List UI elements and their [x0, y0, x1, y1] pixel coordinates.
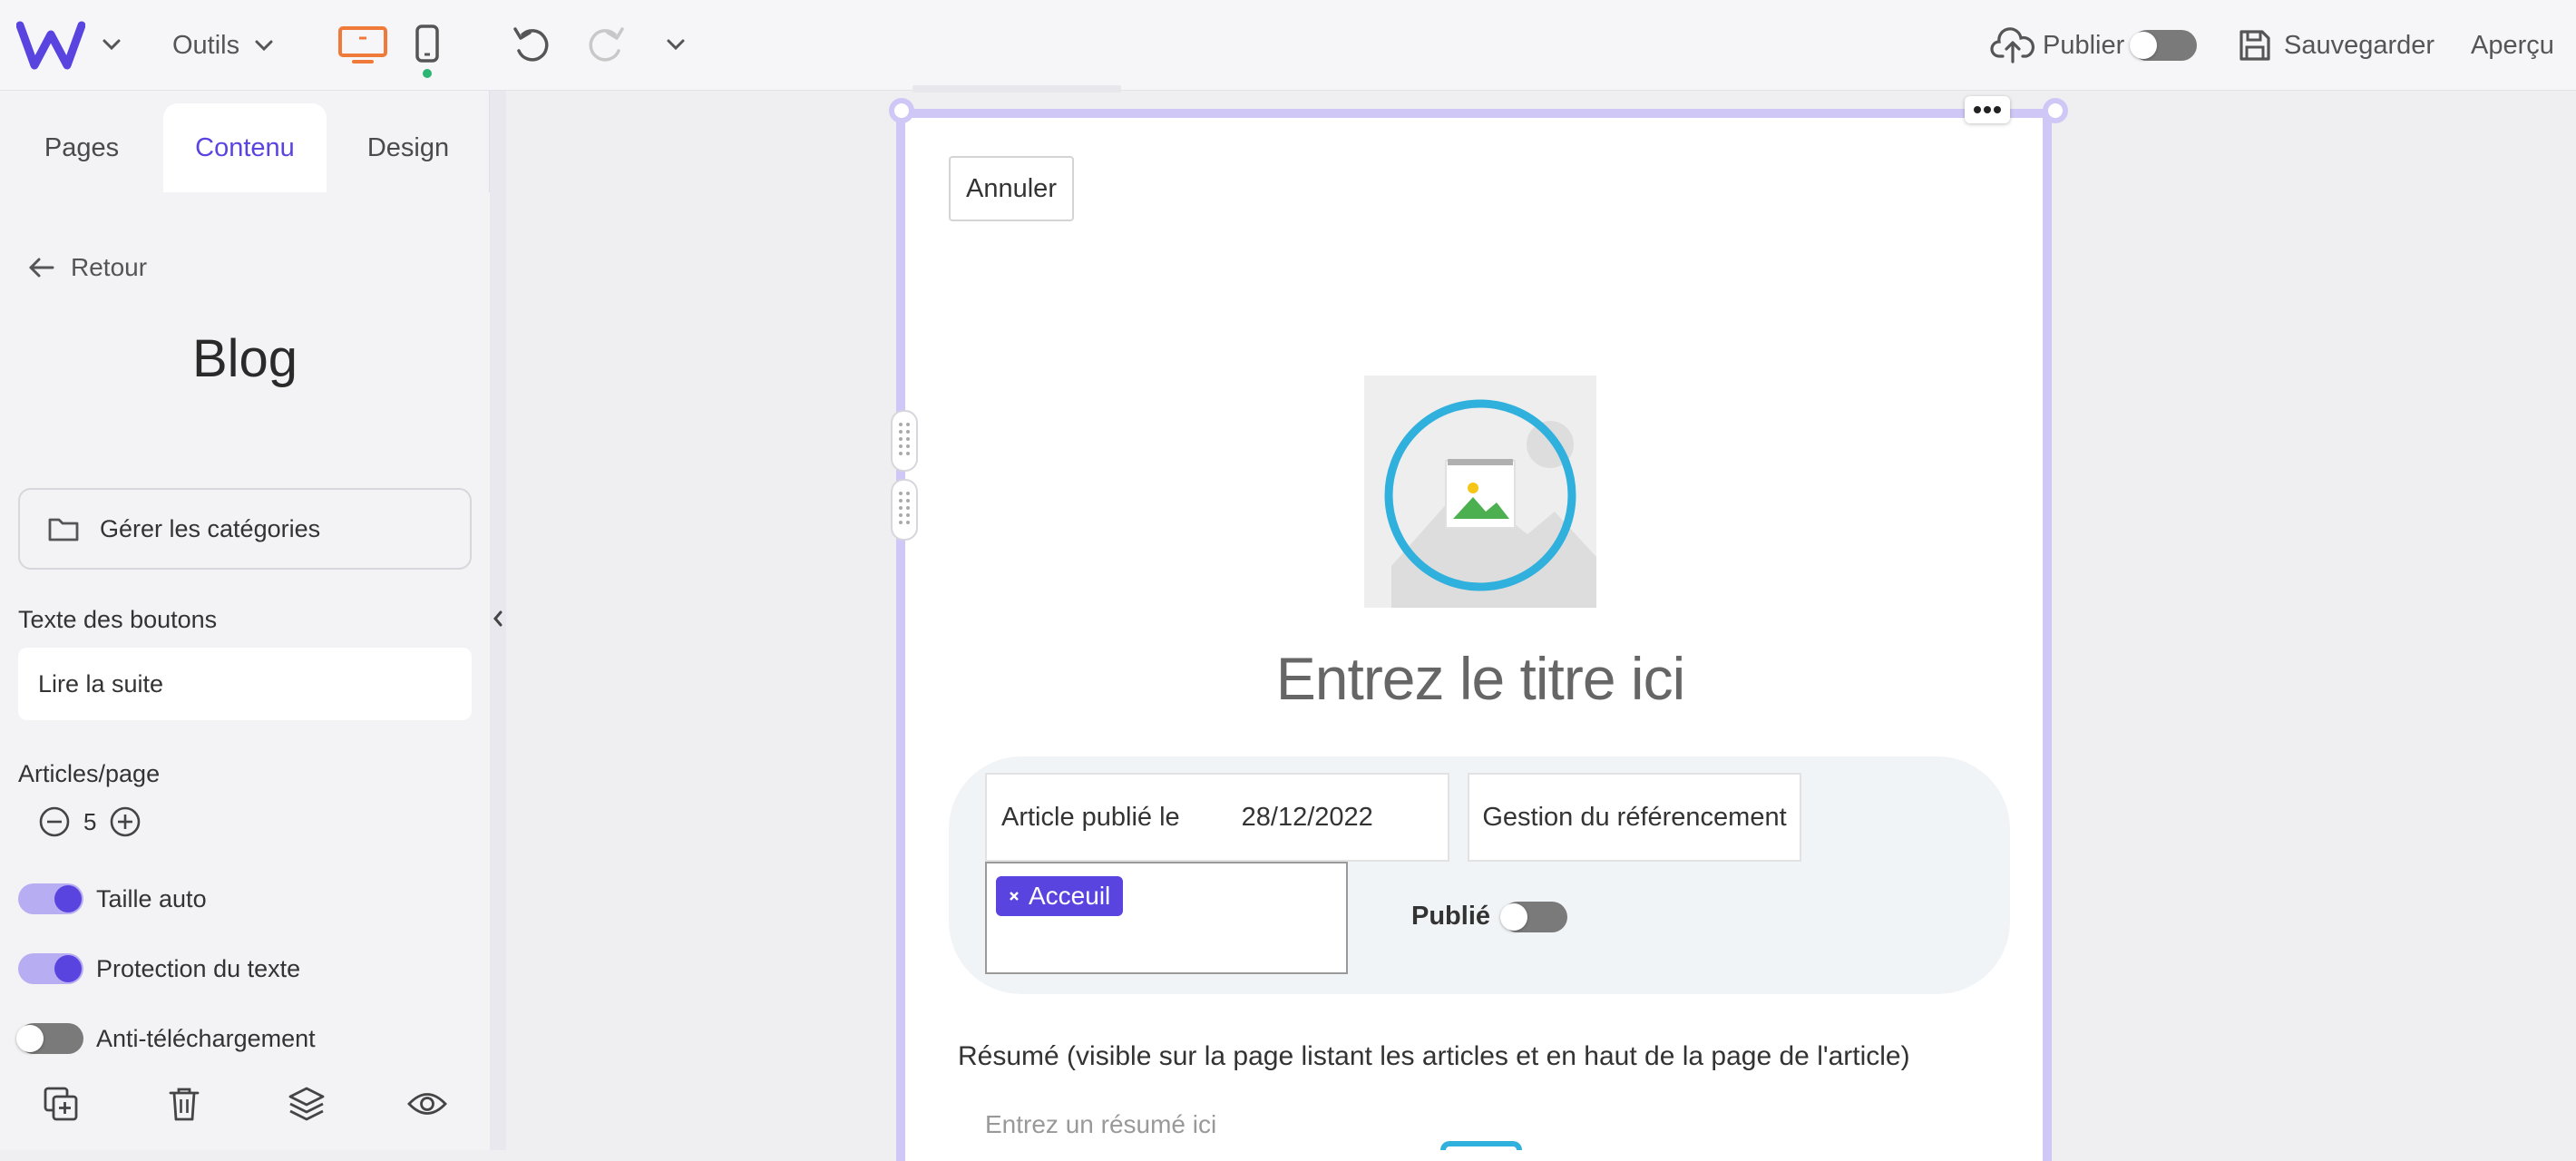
section-tab	[912, 85, 1121, 93]
button-text-label: Texte des boutons	[18, 606, 218, 633]
article-title-input[interactable]: Entrez le titre ici	[916, 644, 2044, 713]
resize-handle-top-right[interactable]	[2043, 98, 2068, 123]
category-tag-label: Acceuil	[1029, 882, 1111, 910]
mobile-view-icon[interactable]	[414, 24, 441, 67]
anti-download-label: Anti-téléchargement	[96, 1025, 316, 1052]
cancel-button[interactable]: Annuler	[949, 156, 1074, 221]
articles-per-page-value: 5	[83, 807, 97, 835]
trash-icon[interactable]	[167, 1085, 201, 1123]
status-dot	[423, 69, 432, 78]
drag-handle-icon[interactable]	[891, 479, 918, 541]
manage-categories-button[interactable]: Gérer les catégories	[18, 488, 472, 570]
tools-menu[interactable]: Outils	[172, 0, 276, 91]
back-label: Retour	[71, 253, 148, 281]
text-protection-toggle[interactable]	[18, 953, 83, 984]
published-label: Publié	[1411, 902, 1491, 931]
logo-menu-chevron-icon[interactable]	[100, 33, 123, 56]
preview-button[interactable]: Aperçu	[2471, 0, 2554, 91]
text-protection-label: Protection du texte	[96, 955, 301, 982]
manage-categories-label: Gérer les catégories	[100, 514, 321, 542]
published-toggle[interactable]	[1500, 902, 1567, 932]
cover-image-placeholder[interactable]	[1364, 376, 1596, 608]
article-editor-frame	[896, 109, 2052, 1161]
articles-per-page-stepper: 5	[38, 804, 141, 840]
category-tag-input[interactable]: Acceuil	[985, 862, 1348, 974]
save-icon[interactable]	[2237, 27, 2273, 63]
chevron-down-icon	[255, 40, 273, 52]
logo-icon[interactable]	[16, 20, 85, 71]
summary-label: Résumé (visible sur la page listant les …	[958, 1041, 1910, 1071]
image-upload-icon	[1384, 399, 1596, 608]
seo-button[interactable]: Gestion du référencement	[1468, 773, 1801, 862]
tab-pages[interactable]: Pages	[0, 103, 163, 192]
sidebar-tabs: Pages Contenu Design	[0, 91, 490, 192]
top-toolbar: Outils Publier Sauvegarder Aperçu	[0, 0, 2576, 91]
save-button[interactable]: Sauvegarder	[2284, 0, 2435, 91]
eye-icon[interactable]	[406, 1088, 448, 1119]
category-tag: Acceuil	[996, 876, 1124, 916]
publish-date-value: 28/12/2022	[1241, 802, 1373, 832]
back-link[interactable]: Retour	[27, 245, 147, 290]
plus-circle-icon[interactable]	[109, 805, 141, 838]
desktop-view-icon[interactable]	[337, 25, 388, 65]
publish-date-label: Article publié le	[1001, 802, 1180, 832]
anti-download-toggle[interactable]	[16, 1023, 83, 1054]
auto-size-label: Taille auto	[96, 885, 207, 912]
history-menu-chevron-icon[interactable]	[664, 33, 688, 56]
close-icon[interactable]	[1009, 891, 1020, 902]
duplicate-icon[interactable]	[42, 1085, 80, 1123]
cloud-upload-icon[interactable]	[1990, 25, 2035, 65]
publish-label[interactable]: Publier	[2043, 0, 2124, 91]
articles-per-page-label: Articles/page	[18, 760, 161, 787]
redo-icon[interactable]	[584, 25, 626, 65]
drag-handle-icon[interactable]	[891, 410, 918, 472]
auto-size-toggle[interactable]	[18, 883, 83, 914]
loading-spinner	[1440, 1141, 1522, 1150]
minus-circle-icon[interactable]	[38, 805, 71, 838]
publish-date-field[interactable]: Article publié le 28/12/2022	[985, 773, 1449, 862]
sidebar: Pages Contenu Design Retour Blog Gérer l…	[0, 91, 490, 1150]
tab-design[interactable]: Design	[327, 103, 490, 192]
sidebar-collapse-strip[interactable]	[490, 91, 506, 1150]
undo-icon[interactable]	[512, 25, 553, 65]
button-text-input[interactable]: Lire la suite	[18, 648, 472, 720]
folder-icon	[48, 518, 79, 541]
page-title: Blog	[191, 329, 298, 388]
layers-icon[interactable]	[287, 1085, 327, 1123]
tab-content[interactable]: Contenu	[163, 103, 327, 192]
tools-label: Outils	[172, 31, 240, 60]
publish-toggle[interactable]	[2130, 30, 2197, 61]
more-options-icon[interactable]	[1965, 96, 2010, 123]
summary-input[interactable]: Entrez un résumé ici	[985, 1110, 1216, 1139]
collapse-arrow-icon	[493, 610, 503, 627]
arrow-left-icon	[29, 258, 54, 278]
resize-handle-top-left[interactable]	[889, 98, 914, 123]
